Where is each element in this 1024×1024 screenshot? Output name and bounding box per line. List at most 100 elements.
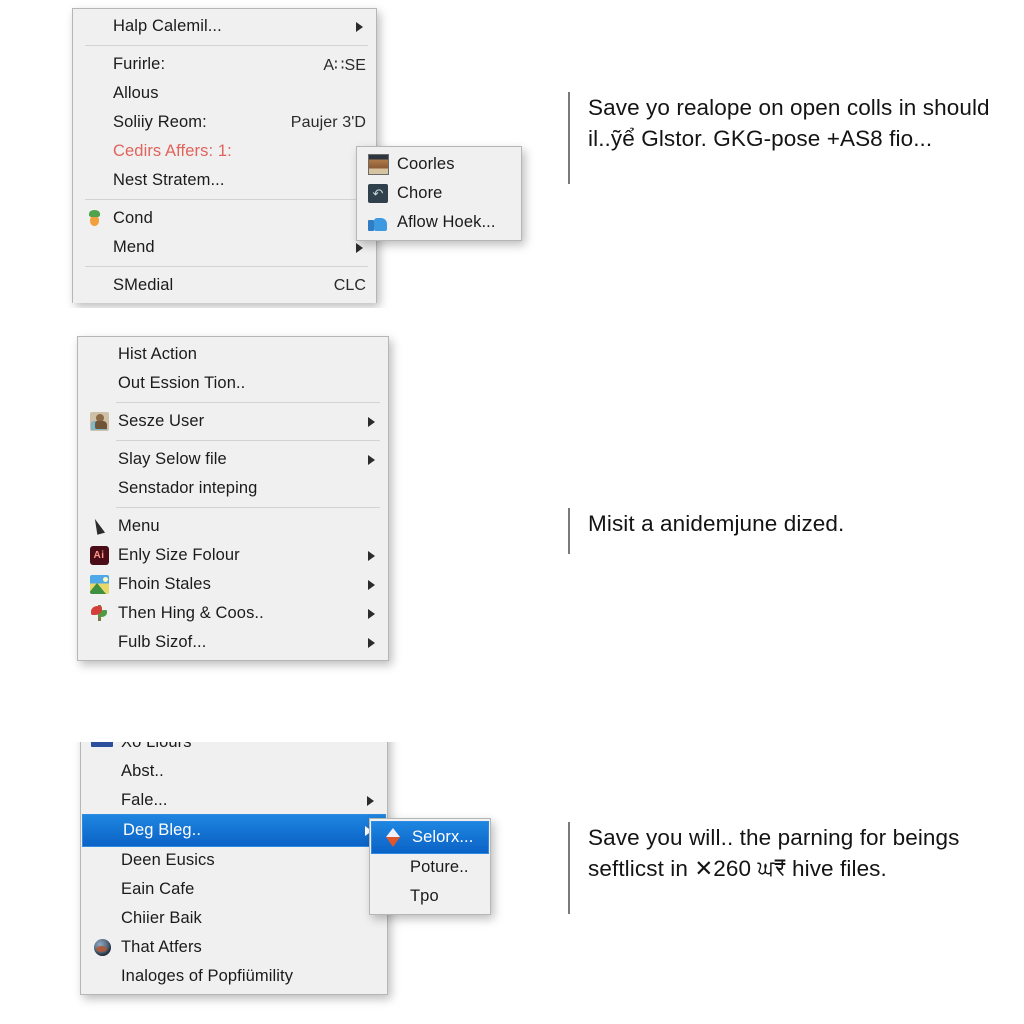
menu-item-that-atfers[interactable]: That Atfers xyxy=(81,933,387,962)
menu-item-icon-slot xyxy=(89,851,115,871)
menu-item-icon-slot xyxy=(81,171,107,191)
submenu-item-icon-slot xyxy=(378,858,404,878)
menu-item-icon-slot xyxy=(81,276,107,296)
menu-item-icon-slot xyxy=(89,880,115,900)
menu-item-inaloges-of-popfiumility[interactable]: Inaloges of Popfiümility xyxy=(81,962,387,991)
menu-item-label: SMedial xyxy=(113,276,174,294)
submenu-item-chore[interactable]: ↶ Chore xyxy=(357,179,521,208)
menu-item-furirle[interactable]: Furirle: A∷SE xyxy=(73,50,376,79)
menu-separator xyxy=(85,199,368,200)
menu-item-chiier-baik[interactable]: Chiier Baik xyxy=(81,904,387,933)
chevron-right-icon xyxy=(368,637,378,649)
menu-item-nest-stratem[interactable]: Nest Stratem... xyxy=(73,166,376,195)
menu-item-label: Deen Eusics xyxy=(121,851,215,869)
menu-item-enly-size-folour[interactable]: Ai Enly Size Folour xyxy=(78,541,388,570)
caption-rule xyxy=(568,92,570,184)
screenshot-canvas: Halp Calemil... Furirle: A∷SE Allous Sol… xyxy=(0,0,1024,1024)
menu-item-icon-slot xyxy=(86,345,112,365)
menu-item-eain-cafe[interactable]: Eain Cafe xyxy=(81,875,387,904)
context-submenu-one[interactable]: Coorles ↶ Chore Aflow Hoek... xyxy=(356,146,522,241)
menu-item-soliiy-reom[interactable]: Soliiy Reom: Paujer 3'D xyxy=(73,108,376,137)
context-menu-two[interactable]: Hist Action Out Ession Tion.. Sesze User… xyxy=(77,336,389,661)
submenu-item-selorx[interactable]: Selorx... xyxy=(371,821,489,854)
menu-item-cedirs-affers[interactable]: Cedirs Affers: 1: xyxy=(73,137,376,166)
menu-item-mend[interactable]: Mend xyxy=(73,233,376,262)
menu-item-label: Chiier Baik xyxy=(121,909,202,927)
context-menu-one[interactable]: Halp Calemil... Furirle: A∷SE Allous Sol… xyxy=(72,8,377,303)
caption-two: Misit a anidemjune dized. xyxy=(568,508,968,554)
menu-item-halp-calemil[interactable]: Halp Calemil... xyxy=(73,12,376,41)
menu-item-label: Eain Cafe xyxy=(121,880,195,898)
menu-separator xyxy=(85,266,368,267)
menu-item-label: Out Ession Tion.. xyxy=(118,374,246,392)
chevron-right-icon xyxy=(368,550,378,562)
caption-text: Save you will.. the parning for beings s… xyxy=(588,825,960,882)
menu-item-label: Menu xyxy=(118,517,160,535)
menu-item-label: Senstador inteping xyxy=(118,479,258,497)
menu-item-allous[interactable]: Allous xyxy=(73,79,376,108)
menu-item-label: Soliiy Reom: xyxy=(113,113,207,131)
menu-item-slay-selow-file[interactable]: Slay Selow file xyxy=(78,445,388,474)
menu-item-fulb-sizof[interactable]: Fulb Sizof... xyxy=(78,628,388,657)
menu-item-abst[interactable]: Abst.. xyxy=(81,757,387,786)
menu-item-label: Abst.. xyxy=(121,762,164,780)
submenu-item-label: Poture.. xyxy=(410,858,469,876)
menu-separator xyxy=(116,440,380,441)
submenu-item-coorles[interactable]: Coorles xyxy=(357,150,521,179)
menu-item-icon-slot xyxy=(81,142,107,162)
menu-item-icon-slot xyxy=(86,450,112,470)
submenu-item-tpo[interactable]: Tpo xyxy=(370,882,490,911)
submenu-item-label: Tpo xyxy=(410,887,439,905)
menu-item-xo-llours[interactable]: Xo Llours xyxy=(81,742,387,757)
menu-item-label: Fale... xyxy=(121,791,168,809)
submenu-item-label: Chore xyxy=(397,184,443,202)
menu-item-icon-slot xyxy=(81,238,107,258)
caption-text: Save yo realope on open colls in should … xyxy=(588,95,990,152)
menu-item-senstador-inteping[interactable]: Senstador inteping xyxy=(78,474,388,503)
menu-item-shortcut: Paujer 3'D xyxy=(290,113,366,131)
menu-item-label: Slay Selow file xyxy=(118,450,227,468)
photo-icon xyxy=(86,575,112,595)
submenu-item-aflow-hoek[interactable]: Aflow Hoek... xyxy=(357,208,521,237)
menu-item-icon-slot xyxy=(89,909,115,929)
menu-item-icon-slot xyxy=(86,374,112,394)
menu-item-label: Nest Stratem... xyxy=(113,171,225,189)
menu-item-icon-slot xyxy=(81,17,107,37)
chevron-right-icon xyxy=(368,454,378,466)
menu-item-label: Hist Action xyxy=(118,345,198,363)
menu-item-out-ession-tion[interactable]: Out Ession Tion.. xyxy=(78,369,388,398)
submenu-item-icon-slot xyxy=(378,887,404,907)
menu-item-deg-bleg[interactable]: Deg Bleg.. xyxy=(82,814,386,847)
submenu-item-poture[interactable]: Poture.. xyxy=(370,853,490,882)
menu-item-label: Sesze User xyxy=(118,412,205,430)
chevron-right-icon xyxy=(367,795,377,807)
menu-item-label: Xo Llours xyxy=(121,742,192,751)
menu-item-menu[interactable]: Menu xyxy=(78,512,388,541)
menu-item-cond[interactable]: Cond xyxy=(73,204,376,233)
menu-item-label: Deg Bleg.. xyxy=(123,821,202,839)
menu-item-fale[interactable]: Fale... xyxy=(81,786,387,815)
blue-bar-icon xyxy=(89,742,115,753)
context-menu-three[interactable]: Xo Llours Abst.. Fale... Deg Bleg.. Deen… xyxy=(80,742,388,995)
menu-item-label: Fulb Sizof... xyxy=(118,633,207,651)
menu-item-icon-slot xyxy=(89,791,115,811)
caption-rule xyxy=(568,822,570,914)
menu-item-label: That Atfers xyxy=(121,938,202,956)
menu-item-icon-slot xyxy=(81,113,107,133)
submenu-item-label: Aflow Hoek... xyxy=(397,213,496,231)
menu-item-label: Cedirs Affers: 1: xyxy=(113,142,232,160)
menu-item-label: Inaloges of Popfiümility xyxy=(121,967,294,985)
menu-item-smedial[interactable]: SMedial CLC xyxy=(73,271,376,300)
caption-three: Save you will.. the parning for beings s… xyxy=(568,822,978,914)
menu-item-deen-eusics[interactable]: Deen Eusics xyxy=(81,846,387,875)
menu-item-shortcut: CLC xyxy=(333,276,366,294)
menu-item-icon-slot xyxy=(89,762,115,782)
menu-item-hist-action[interactable]: Hist Action xyxy=(78,340,388,369)
context-submenu-three[interactable]: Selorx... Poture.. Tpo xyxy=(369,818,491,915)
chevron-right-icon xyxy=(356,242,366,254)
menu-item-then-hing-coos[interactable]: Then Hing & Coos.. xyxy=(78,599,388,628)
menu-item-label: Fhoin Stales xyxy=(118,575,211,593)
menu-item-fhoin-stales[interactable]: Fhoin Stales xyxy=(78,570,388,599)
menu-item-icon-slot xyxy=(86,633,112,653)
menu-item-sesze-user[interactable]: Sesze User xyxy=(78,407,388,436)
